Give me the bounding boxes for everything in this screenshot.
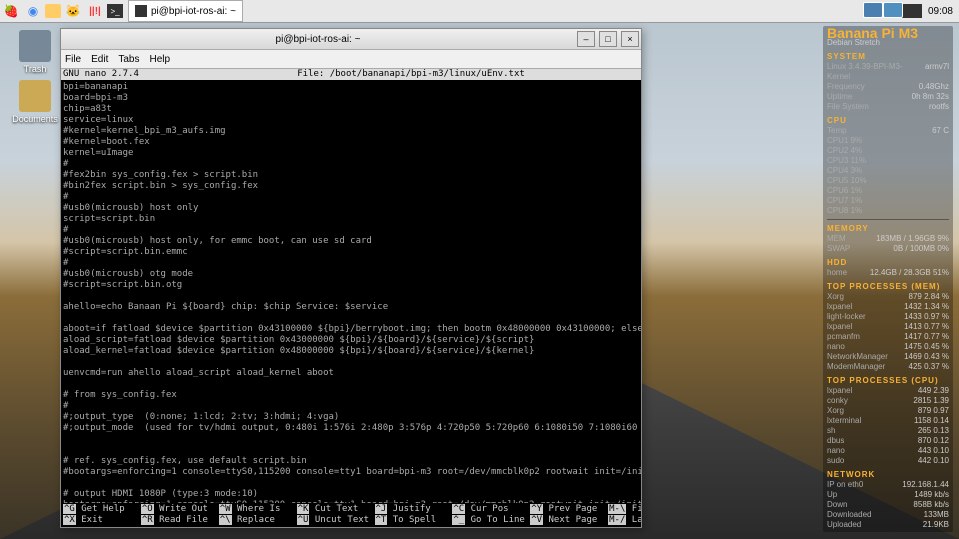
- monitor-row: conky2815 1.39: [827, 396, 949, 406]
- tool-icon[interactable]: 🐱: [63, 1, 83, 21]
- monitor-row: CPU7 1%: [827, 196, 949, 206]
- monitor-row: Down858B kb/s: [827, 500, 949, 510]
- monitor-row: Uptime0h 8m 32s: [827, 92, 949, 102]
- monitor-row: Temp67 C: [827, 126, 949, 136]
- monitor-row: nano443 0.10: [827, 446, 949, 456]
- monitor-row: light-locker1433 0.97 %: [827, 312, 949, 322]
- monitor-row: CPU1 9%: [827, 136, 949, 146]
- monitor-row: Xorg879 0.97: [827, 406, 949, 416]
- monitor-row: File Systemrootfs: [827, 102, 949, 112]
- taskbar-app-terminal[interactable]: pi@bpi-iot-ros-ai: ~: [128, 0, 243, 22]
- menubar: File Edit Tabs Help: [61, 50, 641, 69]
- monitor-row: CPU4 3%: [827, 166, 949, 176]
- monitor-row: lxpanel449 2.39: [827, 386, 949, 396]
- monitor-row: sh265 0.13: [827, 426, 949, 436]
- system-monitor: Banana Pi M3 Debian Stretch SYSTEM Linux…: [823, 26, 953, 534]
- close-button[interactable]: ×: [621, 31, 639, 47]
- conky-title: Banana Pi M3: [827, 28, 949, 38]
- monitor-icon[interactable]: [863, 2, 883, 18]
- taskbar: 🍓 ◉ 🐱 ||!| >_ pi@bpi-iot-ros-ai: ~ 09:08: [0, 0, 959, 23]
- monitor-row: Xorg879 2.84 %: [827, 292, 949, 302]
- monitor-row: CPU2 4%: [827, 146, 949, 156]
- monitor-row: MEM183MB / 1.96GB 9%: [827, 234, 949, 244]
- nano-version: GNU nano 2.7.4: [63, 69, 183, 80]
- monitor-icon-2[interactable]: [883, 2, 903, 18]
- menu-edit[interactable]: Edit: [91, 54, 108, 65]
- monitor-row: IP on eth0192.168.1.44: [827, 480, 949, 490]
- nano-shortcuts: ^G Get Help ^O Write Out ^W Where Is ^K …: [61, 503, 641, 527]
- htop-icon[interactable]: ||!|: [85, 1, 105, 21]
- monitor-row: CPU5 10%: [827, 176, 949, 186]
- monitor-row: lxpanel1413 0.77 %: [827, 322, 949, 332]
- monitor-row: ModemManager425 0.37 %: [827, 362, 949, 372]
- menu-tabs[interactable]: Tabs: [118, 54, 139, 65]
- terminal-window: pi@bpi-iot-ros-ai: ~ – □ × File Edit Tab…: [60, 28, 642, 528]
- maximize-button[interactable]: □: [599, 31, 617, 47]
- desktop-icon-documents[interactable]: Documents: [10, 80, 60, 124]
- monitor-row: Frequency0.48Ghz: [827, 82, 949, 92]
- menu-file[interactable]: File: [65, 54, 81, 65]
- monitor-row: dbus870 0.12: [827, 436, 949, 446]
- desktop-icon-trash[interactable]: Trash: [10, 30, 60, 74]
- monitor-row: Up1489 kb/s: [827, 490, 949, 500]
- monitor-row: CPU3 11%: [827, 156, 949, 166]
- clock: 09:08: [928, 6, 953, 17]
- monitor-row: Linux 3.4.39-BPI-M3-Kernelarmv7l: [827, 62, 949, 82]
- monitor-row: nano1475 0.45 %: [827, 342, 949, 352]
- terminal-icon[interactable]: >_: [107, 4, 123, 18]
- monitor-row: sudo442 0.10: [827, 456, 949, 466]
- terminal-content[interactable]: GNU nano 2.7.4 File: /boot/bananapi/bpi-…: [61, 69, 641, 527]
- monitor-row: Uploaded21.9KB: [827, 520, 949, 530]
- monitor-row: NetworkManager1469 0.43 %: [827, 352, 949, 362]
- chrome-icon[interactable]: ◉: [23, 1, 43, 21]
- editor-text[interactable]: bpi=bananapi board=bpi-m3 chip=a83t serv…: [61, 80, 641, 527]
- battery-icon: [900, 4, 922, 18]
- monitor-row: home12.4GB / 28.3GB 51%: [827, 268, 949, 278]
- menu-help[interactable]: Help: [149, 54, 170, 65]
- monitor-row: CPU6 1%: [827, 186, 949, 196]
- folder-icon[interactable]: [45, 4, 61, 18]
- minimize-button[interactable]: –: [577, 31, 595, 47]
- menu-icon[interactable]: 🍓: [1, 1, 21, 21]
- nano-file: File: /boot/bananapi/bpi-m3/linux/uEnv.t…: [183, 69, 639, 80]
- monitor-row: pcmanfm1417 0.77 %: [827, 332, 949, 342]
- titlebar[interactable]: pi@bpi-iot-ros-ai: ~ – □ ×: [61, 29, 641, 50]
- window-title: pi@bpi-iot-ros-ai: ~: [61, 34, 575, 45]
- monitor-row: lxpanel1432 1.34 %: [827, 302, 949, 312]
- monitor-row: Downloaded133MB: [827, 510, 949, 520]
- monitor-row: lxterminal1158 0.14: [827, 416, 949, 426]
- monitor-row: CPU8 1%: [827, 206, 949, 216]
- monitor-row: SWAP0B / 100MB 0%: [827, 244, 949, 254]
